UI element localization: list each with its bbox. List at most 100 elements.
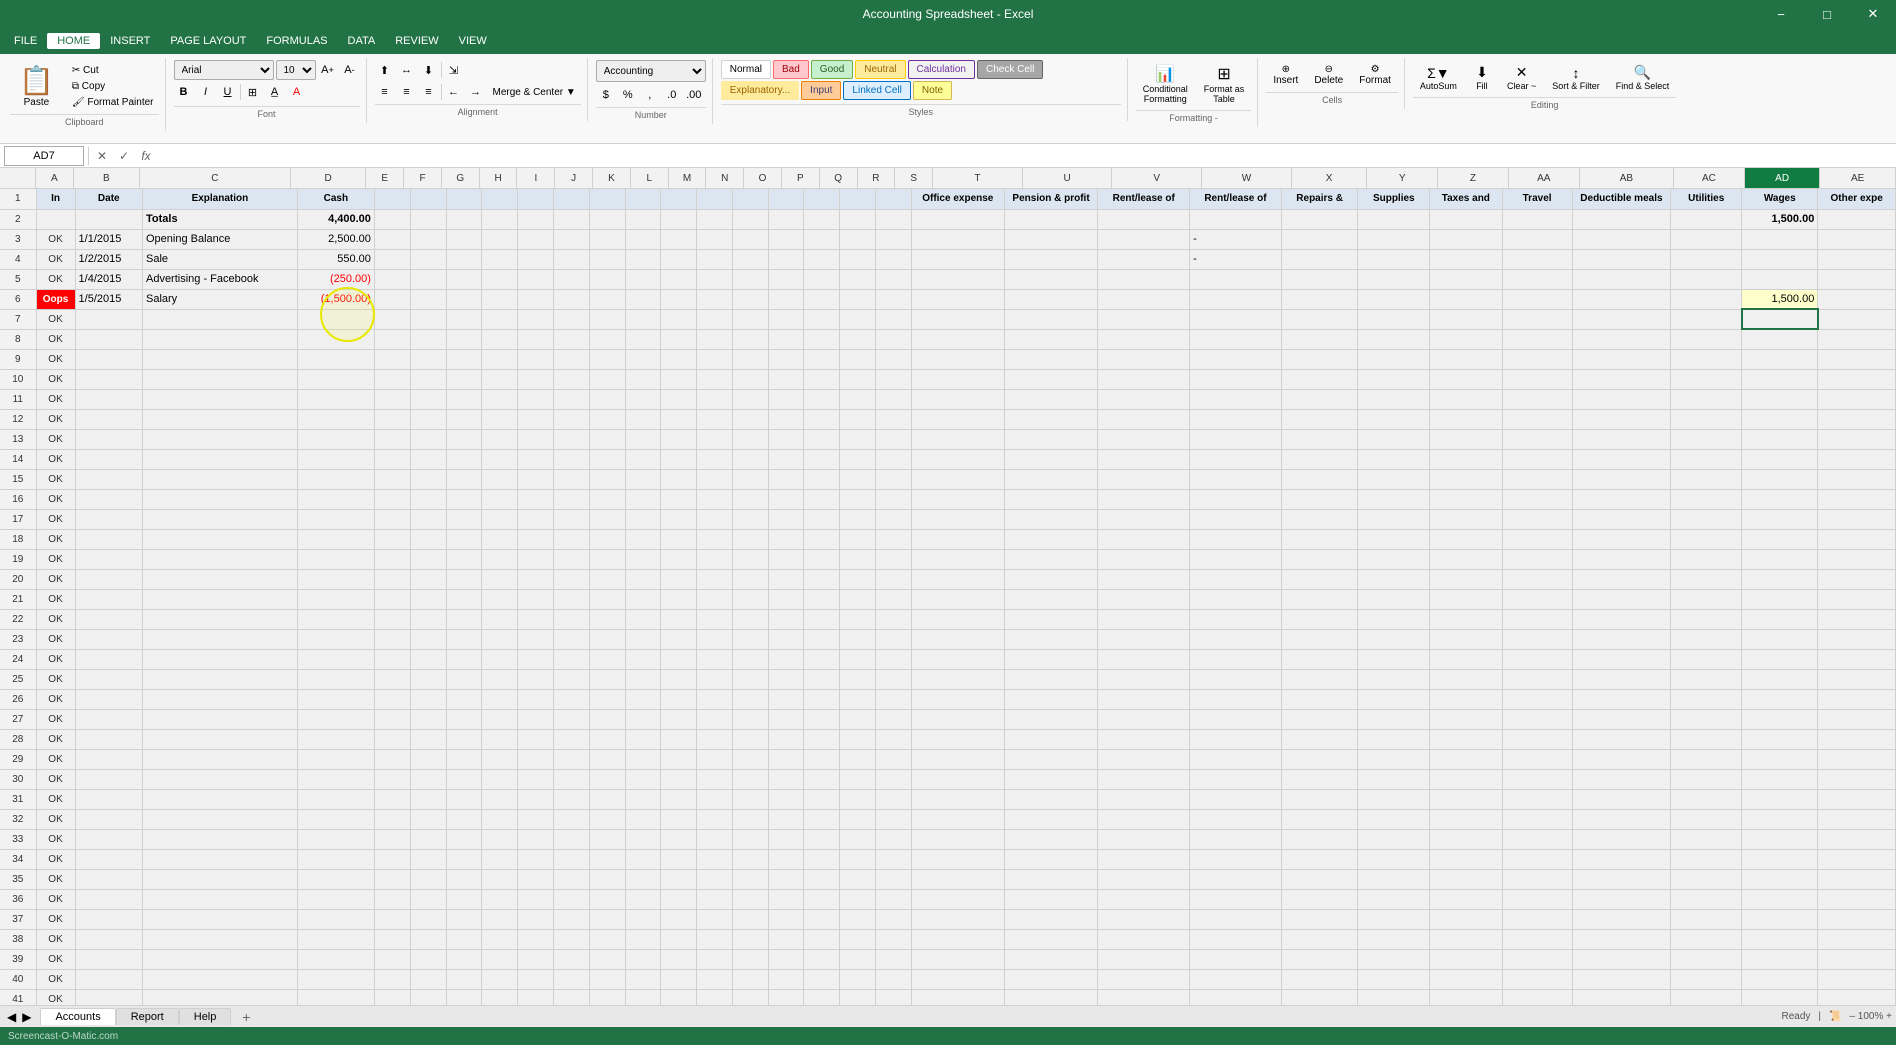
cell-W23[interactable] bbox=[1190, 629, 1282, 649]
cell-A10[interactable]: OK bbox=[36, 369, 75, 389]
cell-X16[interactable] bbox=[1281, 489, 1358, 509]
cell-C20[interactable] bbox=[142, 569, 297, 589]
align-top-button[interactable]: ⬆ bbox=[375, 60, 395, 80]
cell-F11[interactable] bbox=[410, 389, 446, 409]
cell-O39[interactable] bbox=[732, 949, 768, 969]
cell-AC32[interactable] bbox=[1671, 809, 1742, 829]
cell-I33[interactable] bbox=[518, 829, 554, 849]
cell-AC27[interactable] bbox=[1671, 709, 1742, 729]
cell-K1[interactable] bbox=[589, 189, 625, 209]
cell-Z27[interactable] bbox=[1430, 709, 1502, 729]
cell-D7[interactable] bbox=[297, 309, 374, 329]
cell-P16[interactable] bbox=[768, 489, 804, 509]
cell-AD11[interactable] bbox=[1742, 389, 1818, 409]
cell-J4[interactable] bbox=[553, 249, 589, 269]
cell-X14[interactable] bbox=[1281, 449, 1358, 469]
menu-home[interactable]: HOME bbox=[47, 33, 100, 49]
decrease-font-button[interactable]: A- bbox=[340, 60, 360, 80]
cell-Y30[interactable] bbox=[1358, 769, 1430, 789]
cell-D15[interactable] bbox=[297, 469, 374, 489]
cell-G37[interactable] bbox=[446, 909, 482, 929]
cell-H2[interactable] bbox=[482, 209, 518, 229]
cell-J7[interactable] bbox=[553, 309, 589, 329]
cell-AA2[interactable] bbox=[1502, 209, 1572, 229]
cell-J8[interactable] bbox=[553, 329, 589, 349]
cell-J25[interactable] bbox=[553, 669, 589, 689]
cell-T39[interactable] bbox=[911, 949, 1004, 969]
cell-V4[interactable] bbox=[1098, 249, 1190, 269]
cell-K15[interactable] bbox=[589, 469, 625, 489]
row-number[interactable]: 12 bbox=[0, 409, 36, 429]
cell-K36[interactable] bbox=[589, 889, 625, 909]
cell-AD32[interactable] bbox=[1742, 809, 1818, 829]
cell-F34[interactable] bbox=[410, 849, 446, 869]
cell-Q16[interactable] bbox=[804, 489, 840, 509]
cell-N19[interactable] bbox=[697, 549, 733, 569]
cell-K16[interactable] bbox=[589, 489, 625, 509]
col-header-z[interactable]: Z bbox=[1438, 168, 1509, 188]
cell-W31[interactable] bbox=[1190, 789, 1282, 809]
cell-Q12[interactable] bbox=[804, 409, 840, 429]
cell-U21[interactable] bbox=[1004, 589, 1098, 609]
cell-I25[interactable] bbox=[518, 669, 554, 689]
cell-AB34[interactable] bbox=[1572, 849, 1671, 869]
tab-next-button[interactable]: ▶ bbox=[19, 1010, 34, 1024]
cell-O21[interactable] bbox=[732, 589, 768, 609]
cell-Y19[interactable] bbox=[1358, 549, 1430, 569]
cell-O6[interactable] bbox=[732, 289, 768, 309]
cell-N35[interactable] bbox=[697, 869, 733, 889]
cell-W40[interactable] bbox=[1190, 969, 1282, 989]
cell-P39[interactable] bbox=[768, 949, 804, 969]
row-number[interactable]: 19 bbox=[0, 549, 36, 569]
cell-F37[interactable] bbox=[410, 909, 446, 929]
cell-AA8[interactable] bbox=[1502, 329, 1572, 349]
cell-X21[interactable] bbox=[1281, 589, 1358, 609]
cell-G34[interactable] bbox=[446, 849, 482, 869]
cell-M3[interactable] bbox=[661, 229, 697, 249]
cell-W21[interactable] bbox=[1190, 589, 1282, 609]
cell-AE12[interactable] bbox=[1818, 409, 1896, 429]
cell-S35[interactable] bbox=[876, 869, 912, 889]
cell-U18[interactable] bbox=[1004, 529, 1098, 549]
cell-AB1[interactable]: Deductible meals bbox=[1572, 189, 1671, 209]
cell-K41[interactable] bbox=[589, 989, 625, 1005]
cell-M1[interactable] bbox=[661, 189, 697, 209]
cell-Q29[interactable] bbox=[804, 749, 840, 769]
cell-T31[interactable] bbox=[911, 789, 1004, 809]
cell-AC22[interactable] bbox=[1671, 609, 1742, 629]
cell-Y28[interactable] bbox=[1358, 729, 1430, 749]
row-number[interactable]: 38 bbox=[0, 929, 36, 949]
menu-view[interactable]: VIEW bbox=[449, 33, 497, 49]
cell-H36[interactable] bbox=[482, 889, 518, 909]
format-button[interactable]: ⚙ Format bbox=[1352, 60, 1398, 90]
cell-AD31[interactable] bbox=[1742, 789, 1818, 809]
cell-H16[interactable] bbox=[482, 489, 518, 509]
cell-AB37[interactable] bbox=[1572, 909, 1671, 929]
cell-D12[interactable] bbox=[297, 409, 374, 429]
cell-F28[interactable] bbox=[410, 729, 446, 749]
cell-Z3[interactable] bbox=[1430, 229, 1502, 249]
cell-L13[interactable] bbox=[625, 429, 661, 449]
row-number[interactable]: 21 bbox=[0, 589, 36, 609]
style-explanatory[interactable]: Explanatory... bbox=[721, 81, 799, 100]
cell-E41[interactable] bbox=[374, 989, 410, 1005]
cell-AD2[interactable]: 1,500.00 bbox=[1742, 209, 1818, 229]
cell-AB38[interactable] bbox=[1572, 929, 1671, 949]
col-header-b[interactable]: B bbox=[74, 168, 140, 188]
cell-B40[interactable] bbox=[75, 969, 142, 989]
cell-C19[interactable] bbox=[142, 549, 297, 569]
cell-S21[interactable] bbox=[876, 589, 912, 609]
cell-F12[interactable] bbox=[410, 409, 446, 429]
cell-AC24[interactable] bbox=[1671, 649, 1742, 669]
cell-X29[interactable] bbox=[1281, 749, 1358, 769]
cell-P19[interactable] bbox=[768, 549, 804, 569]
cell-O36[interactable] bbox=[732, 889, 768, 909]
cell-Z10[interactable] bbox=[1430, 369, 1502, 389]
cell-M36[interactable] bbox=[661, 889, 697, 909]
cell-S22[interactable] bbox=[876, 609, 912, 629]
cell-Q21[interactable] bbox=[804, 589, 840, 609]
conditional-formatting-button[interactable]: 📊 ConditionalFormatting bbox=[1136, 60, 1195, 108]
cell-P18[interactable] bbox=[768, 529, 804, 549]
minimize-button[interactable]: − bbox=[1758, 0, 1804, 28]
cell-T28[interactable] bbox=[911, 729, 1004, 749]
